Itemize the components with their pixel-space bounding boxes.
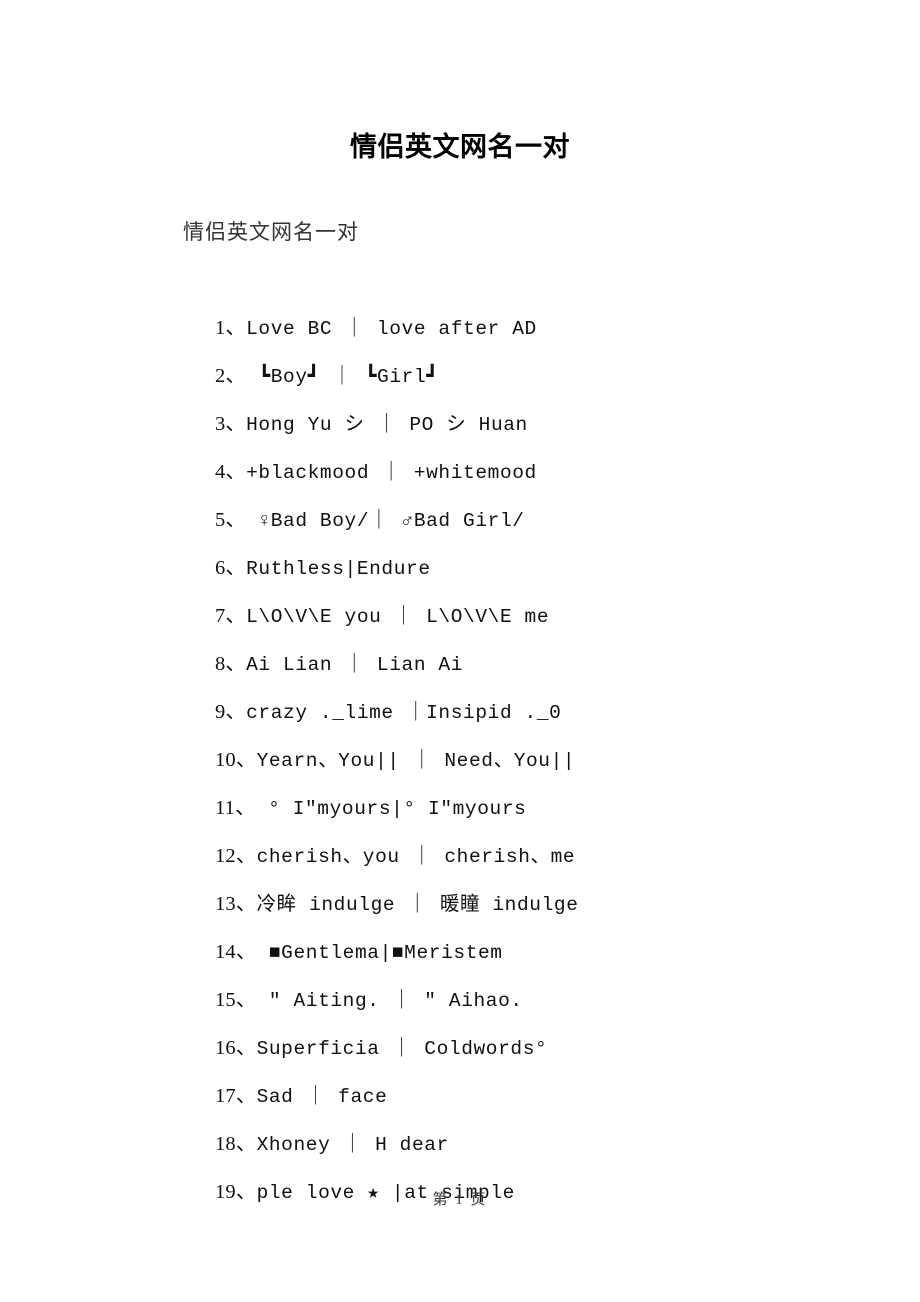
list-item-number: 2、 (214, 365, 247, 387)
page-number-footer: 第 1 页 (432, 1192, 488, 1208)
list-item-number: 10、 (214, 749, 257, 771)
list-item-text: ┗Boy┛ ｜ ┗Girl┛ (246, 366, 439, 388)
list-item-text: Ai Lian ｜ Lian Ai (246, 654, 464, 676)
list-item-number: 6、 (214, 557, 247, 579)
list-item-number: 9、 (214, 701, 247, 723)
list-item-text: L\O\V\E you ｜ L\O\V\E me (246, 606, 550, 628)
list-item-number: 1、 (214, 317, 247, 339)
list-item-number: 5、 (214, 509, 247, 531)
list-item-text: Love BC ｜ love after AD (246, 318, 537, 340)
list-item-number: 17、 (214, 1085, 257, 1107)
page-title: 情侣英文网名一对 (350, 132, 570, 162)
list-item-text: ″ Aiting. ｜ ″ Aihao. (256, 990, 523, 1012)
list-item-text: Ruthless|Endure (246, 558, 431, 580)
lead-paragraph: 情侣英文网名一对 (183, 220, 359, 244)
list-item-number: 7、 (214, 605, 247, 627)
list-item-number: 12、 (214, 845, 257, 867)
list-item-number: 16、 (214, 1037, 257, 1059)
list-item-text: ° I″myours|° I″myours (255, 798, 527, 820)
list-item-text: 冷眸 indulge ｜ 暖瞳 indulge (256, 894, 579, 916)
document-page: 情侣英文网名一对 情侣英文网名一对 1、Love BC ｜ love after… (0, 0, 920, 1302)
list-item-number: 8、 (214, 653, 247, 675)
list-item-text: cherish、you ｜ cherish、me (256, 846, 576, 868)
list-item: 1、Love BC ｜ love after AD (183, 256, 843, 340)
list-item-number: 3、 (214, 413, 247, 435)
list-item-text: Hong Yu シ ｜ PO シ Huan (246, 414, 528, 436)
list-item-number: 11、 (214, 797, 256, 819)
list-item-number: 4、 (214, 461, 247, 483)
list-item-text: ■Gentlema|■Meristem (256, 942, 503, 964)
document-body: 情侣英文网名一对 1、Love BC ｜ love after AD 2、 ┗B… (183, 208, 843, 1204)
list-item-text: crazy ._lime ｜Insipid ._0 (246, 702, 562, 724)
list-item-text: Sad ｜ face (256, 1086, 388, 1108)
list-item-number: 18、 (214, 1133, 257, 1155)
list-item-text: Superficia ｜ Coldwords° (256, 1038, 548, 1060)
list-item-text: ♀Bad Boy/｜ ♂Bad Girl/ (246, 510, 525, 532)
list-item-text: Xhoney ｜ H dear (256, 1134, 449, 1156)
list-item-text: Yearn、You|| ｜ Need、You|| (256, 750, 576, 772)
list-item-number: 15、 (214, 989, 257, 1011)
list-item-number: 14、 (214, 941, 257, 963)
list-item-text: +blackmood ｜ +whitemood (246, 462, 537, 484)
list-item-number: 13、 (214, 893, 257, 915)
